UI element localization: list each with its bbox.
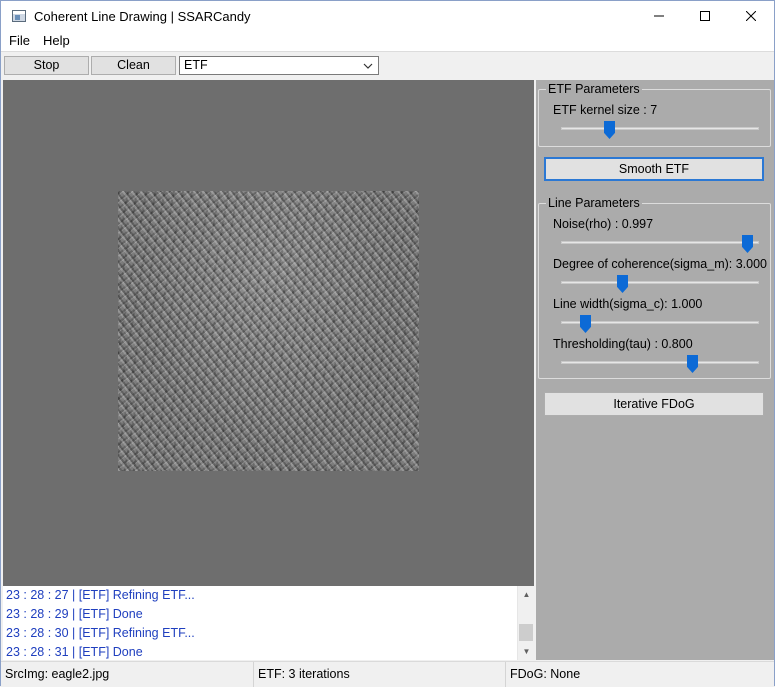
scroll-up-icon[interactable]: ▲	[518, 586, 534, 603]
mode-select-value: ETF	[184, 58, 208, 72]
slider-thumb[interactable]	[687, 355, 698, 373]
status-bar: SrcImg: eagle2.jpg ETF: 3 iterations FDo…	[1, 661, 774, 687]
log-scrollbar[interactable]: ▲ ▼	[517, 586, 534, 660]
close-icon	[746, 11, 756, 21]
maximize-button[interactable]	[682, 1, 728, 31]
close-button[interactable]	[728, 1, 774, 31]
slider-thumb[interactable]	[604, 121, 615, 139]
slider-thumb[interactable]	[742, 235, 753, 253]
toolbar: Stop Clean ETF	[1, 51, 774, 78]
log-line: 23 : 28 : 30 | [ETF] Refining ETF...	[6, 626, 195, 640]
line-parameters-group: Line Parameters Noise(rho) : 0.997 Degre…	[538, 196, 771, 379]
stop-button[interactable]: Stop	[4, 56, 89, 75]
slider-track	[561, 127, 759, 130]
etf-group-title: ETF Parameters	[546, 82, 642, 97]
etf-result-image	[118, 191, 419, 471]
minimize-button[interactable]	[636, 1, 682, 31]
threshold-slider[interactable]	[561, 355, 759, 373]
app-icon	[12, 10, 26, 22]
coherence-label: Degree of coherence(sigma_m): 3.000	[553, 257, 768, 271]
etf-parameters-group: ETF Parameters ETF kernel size : 7	[538, 82, 771, 147]
slider-thumb[interactable]	[617, 275, 628, 293]
minimize-icon	[654, 15, 664, 17]
log-line: 23 : 28 : 27 | [ETF] Refining ETF...	[6, 588, 195, 602]
slider-track	[561, 241, 759, 244]
clean-button[interactable]: Clean	[91, 56, 176, 75]
menu-bar: File Help	[1, 31, 774, 51]
title-bar: Coherent Line Drawing | SSARCandy	[1, 1, 774, 31]
parameter-panel: ETF Parameters ETF kernel size : 7 Smoot…	[536, 80, 774, 660]
status-source-image: SrcImg: eagle2.jpg	[1, 662, 254, 687]
etf-kernel-label: ETF kernel size : 7	[553, 103, 658, 117]
line-group-title: Line Parameters	[546, 196, 642, 211]
canvas-view[interactable]	[3, 80, 534, 586]
slider-thumb[interactable]	[580, 315, 591, 333]
scroll-thumb[interactable]	[519, 624, 533, 641]
log-line: 23 : 28 : 29 | [ETF] Done	[6, 607, 143, 621]
iterative-fdog-button[interactable]: Iterative FDoG	[544, 392, 764, 416]
maximize-icon	[700, 11, 710, 21]
menu-help[interactable]: Help	[37, 31, 77, 51]
slider-track	[561, 281, 759, 284]
etf-kernel-slider[interactable]	[561, 121, 759, 139]
log-line: 23 : 28 : 31 | [ETF] Done	[6, 645, 143, 659]
coherence-slider[interactable]	[561, 275, 759, 293]
menu-file[interactable]: File	[1, 31, 37, 51]
window-controls	[636, 1, 774, 31]
line-width-slider[interactable]	[561, 315, 759, 333]
noise-label: Noise(rho) : 0.997	[553, 217, 654, 231]
noise-slider[interactable]	[561, 235, 759, 253]
app-window: Coherent Line Drawing | SSARCandy File H…	[0, 0, 775, 687]
scroll-down-icon[interactable]: ▼	[518, 643, 534, 660]
threshold-label: Thresholding(tau) : 0.800	[553, 337, 693, 351]
status-fdog: FDoG: None	[510, 667, 581, 681]
chevron-down-icon	[363, 59, 373, 76]
mode-select[interactable]: ETF	[179, 56, 379, 75]
log-lines: 23 : 28 : 27 | [ETF] Refining ETF... 23 …	[3, 586, 534, 660]
line-width-label: Line width(sigma_c): 1.000	[553, 297, 703, 311]
slider-track	[561, 361, 759, 364]
smooth-etf-button[interactable]: Smooth ETF	[544, 157, 764, 181]
window-title: Coherent Line Drawing | SSARCandy	[34, 8, 251, 24]
status-etf: ETF: 3 iterations	[254, 662, 506, 687]
log-console[interactable]: 23 : 28 : 27 | [ETF] Refining ETF... 23 …	[3, 586, 534, 660]
